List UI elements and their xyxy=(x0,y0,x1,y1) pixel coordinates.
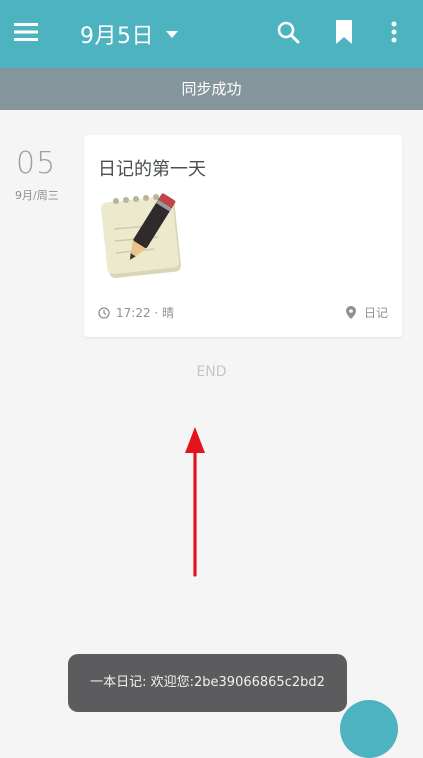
chevron-down-icon xyxy=(166,30,178,38)
toast-message: 一本日记: 欢迎您:2be39066865c2bd2 xyxy=(68,654,347,712)
search-icon[interactable] xyxy=(276,20,300,44)
entry-month-weekday: 9月/周三 xyxy=(15,189,59,202)
bookmark-icon[interactable] xyxy=(335,20,353,44)
page-title: 9月5日 xyxy=(80,24,154,49)
entry-category[interactable]: 日记 xyxy=(345,304,388,321)
sync-status-text: 同步成功 xyxy=(181,80,242,98)
toast-text: 一本日记: 欢迎您:2be39066865c2bd2 xyxy=(90,675,325,690)
up-arrow-icon xyxy=(185,427,205,577)
entry-time-weather: 17:22 · 晴 xyxy=(116,306,175,320)
diary-entry-card[interactable]: 日记的第一天 17:22 · 晴 日记 xyxy=(84,135,402,337)
location-pin-icon xyxy=(345,306,356,319)
add-entry-button[interactable] xyxy=(340,700,398,758)
entry-meta: 17:22 · 晴 xyxy=(98,304,174,321)
list-end-label: END xyxy=(196,364,227,380)
note-pencil-icon xyxy=(101,193,181,278)
date-selector[interactable]: 9月5日 xyxy=(80,18,178,50)
clock-icon xyxy=(98,306,110,319)
app-bar: 9月5日 xyxy=(0,0,423,68)
entry-category-label: 日记 xyxy=(363,306,388,320)
more-vert-icon[interactable] xyxy=(386,20,402,44)
sync-status-bar: 同步成功 xyxy=(0,68,423,110)
entry-title: 日记的第一天 xyxy=(98,159,206,180)
menu-icon[interactable] xyxy=(14,22,38,42)
entry-day: 05 xyxy=(16,146,57,181)
